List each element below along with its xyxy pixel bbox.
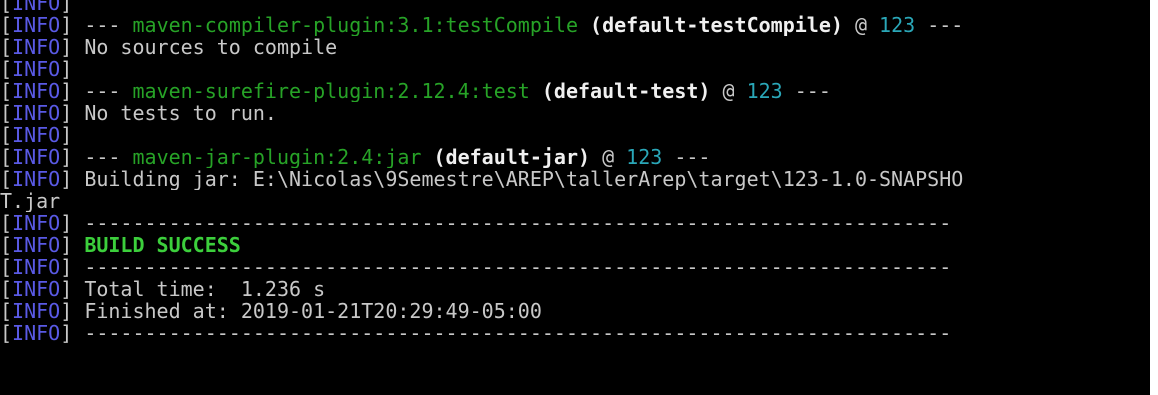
log-message: ----------------------------------------… [84, 322, 952, 344]
log-bracket-close: ] [60, 58, 85, 80]
log-bracket-open: [ [0, 146, 13, 168]
log-message: No sources to compile [84, 36, 338, 58]
log-bracket-close: ] [60, 80, 85, 102]
plugin-separator-right: --- [662, 146, 711, 168]
log-level-info: INFO [12, 102, 61, 124]
execution-id: (default-test) [529, 80, 711, 102]
log-bracket-open: [ [0, 212, 13, 234]
log-line: [INFO] [0, 124, 1150, 146]
log-level-info: INFO [12, 212, 61, 234]
log-continuation-text: T.jar [0, 190, 61, 212]
log-bracket-open: [ [0, 322, 13, 344]
log-line: [INFO] --- maven-jar-plugin:2.4:jar (def… [0, 146, 1150, 168]
log-bracket-open: [ [0, 256, 13, 278]
at-symbol: @ [710, 80, 747, 102]
log-line: [INFO] [0, 58, 1150, 80]
plugin-goal: maven-jar-plugin:2.4:jar [132, 146, 422, 168]
log-bracket-open: [ [0, 80, 13, 102]
log-message: Finished at: 2019-01-21T20:29:49-05:00 [84, 300, 542, 322]
log-bracket-open: [ [0, 278, 13, 300]
plugin-goal: maven-compiler-plugin:3.1:testCompile [132, 14, 579, 36]
plugin-separator-left: --- [84, 146, 133, 168]
log-level-info: INFO [12, 322, 61, 344]
plugin-separator-left: --- [84, 80, 133, 102]
plugin-separator-left: --- [84, 14, 133, 36]
log-line: [INFO] BUILD SUCCESS [0, 234, 1150, 256]
log-line: [INFO] Total time: 1.236 s [0, 278, 1150, 300]
log-level-info: INFO [12, 300, 61, 322]
log-bracket-open: [ [0, 168, 13, 190]
log-level-info: INFO [12, 278, 61, 300]
log-message: Building jar: E:\Nicolas\9Semestre\AREP\… [84, 168, 964, 190]
log-bracket-open: [ [0, 300, 13, 322]
log-level-info: INFO [12, 146, 61, 168]
log-level-info: INFO [12, 36, 61, 58]
log-bracket-open: [ [0, 0, 13, 14]
log-line: T.jar [0, 190, 1150, 212]
log-level-info: INFO [12, 0, 61, 14]
log-level-info: INFO [12, 80, 61, 102]
log-level-info: INFO [12, 124, 61, 146]
log-bracket-open: [ [0, 36, 13, 58]
plugin-separator-right: --- [915, 14, 964, 36]
log-bracket-close: ] [60, 102, 85, 124]
log-bracket-close: ] [60, 0, 85, 14]
log-level-info: INFO [12, 58, 61, 80]
scrollbar[interactable] [1150, 0, 1158, 395]
execution-id: (default-testCompile) [578, 14, 843, 36]
log-message: Total time: 1.236 s [84, 278, 326, 300]
log-level-info: INFO [12, 168, 61, 190]
log-bracket-open: [ [0, 124, 13, 146]
log-bracket-open: [ [0, 102, 13, 124]
artifact-id: 123 [879, 14, 916, 36]
log-line: [INFO] Building jar: E:\Nicolas\9Semestr… [0, 168, 1150, 190]
log-level-info: INFO [12, 14, 61, 36]
log-line: [INFO] Finished at: 2019-01-21T20:29:49-… [0, 300, 1150, 322]
log-bracket-close: ] [60, 124, 85, 146]
plugin-separator-right: --- [782, 80, 831, 102]
log-line: [INFO] No sources to compile [0, 36, 1150, 58]
terminal-output[interactable]: [INFO] [INFO] --- maven-compiler-plugin:… [0, 0, 1150, 387]
at-symbol: @ [842, 14, 880, 36]
at-symbol: @ [590, 146, 627, 168]
log-bracket-open: [ [0, 14, 13, 36]
log-message: No tests to run. [84, 102, 277, 124]
log-level-info: INFO [12, 234, 61, 256]
log-bracket-close: ] [60, 212, 85, 234]
log-level-info: INFO [12, 256, 61, 278]
log-line: [INFO] ---------------------------------… [0, 212, 1150, 234]
log-bracket-close: ] [60, 322, 85, 344]
log-bracket-close: ] [60, 146, 85, 168]
log-line: [INFO] --- maven-surefire-plugin:2.12.4:… [0, 80, 1150, 102]
log-bracket-open: [ [0, 58, 13, 80]
log-bracket-close: ] [60, 168, 85, 190]
log-line: [INFO] ---------------------------------… [0, 322, 1150, 344]
log-line: [INFO] [0, 0, 1150, 14]
artifact-id: 123 [746, 80, 783, 102]
plugin-goal: maven-surefire-plugin:2.12.4:test [132, 80, 530, 102]
log-line: [INFO] ---------------------------------… [0, 256, 1150, 278]
log-line: [INFO] No tests to run. [0, 102, 1150, 124]
log-bracket-close: ] [60, 256, 85, 278]
log-bracket-close: ] [60, 278, 85, 300]
log-bracket-close: ] [60, 14, 85, 36]
log-bracket-open: [ [0, 234, 13, 256]
log-bracket-close: ] [60, 36, 85, 58]
log-bracket-close: ] [60, 300, 85, 322]
execution-id: (default-jar) [421, 146, 591, 168]
log-line: [INFO] --- maven-compiler-plugin:3.1:tes… [0, 14, 1150, 36]
log-message: ----------------------------------------… [84, 256, 952, 278]
log-message: ----------------------------------------… [84, 212, 952, 234]
build-success-label: BUILD SUCCESS [84, 234, 241, 256]
artifact-id: 123 [626, 146, 663, 168]
log-bracket-close: ] [60, 234, 85, 256]
